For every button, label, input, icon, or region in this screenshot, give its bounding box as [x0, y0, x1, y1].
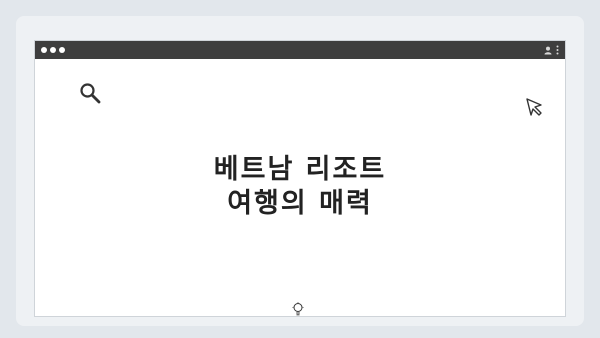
kebab-menu-icon[interactable]	[556, 45, 559, 55]
title-line-2: 여행의 매력	[227, 188, 373, 219]
titlebar-actions	[544, 45, 559, 55]
maximize-window-button[interactable]	[59, 47, 65, 53]
browser-titlebar	[35, 41, 565, 59]
lightbulb-icon	[292, 301, 304, 320]
minimize-window-button[interactable]	[50, 47, 56, 53]
close-window-button[interactable]	[41, 47, 47, 53]
browser-window: 베트남 리조트 여행의 매력	[34, 40, 566, 317]
search-icon[interactable]	[79, 82, 101, 108]
title-line-1: 베트남 리조트	[213, 154, 387, 185]
page-content: 베트남 리조트 여행의 매력	[35, 59, 565, 316]
cursor-icon	[525, 97, 545, 121]
page-title: 베트남 리조트 여행의 매력	[35, 153, 565, 221]
window-controls	[41, 47, 65, 53]
user-icon[interactable]	[544, 46, 552, 55]
card-frame: 베트남 리조트 여행의 매력	[16, 16, 584, 326]
